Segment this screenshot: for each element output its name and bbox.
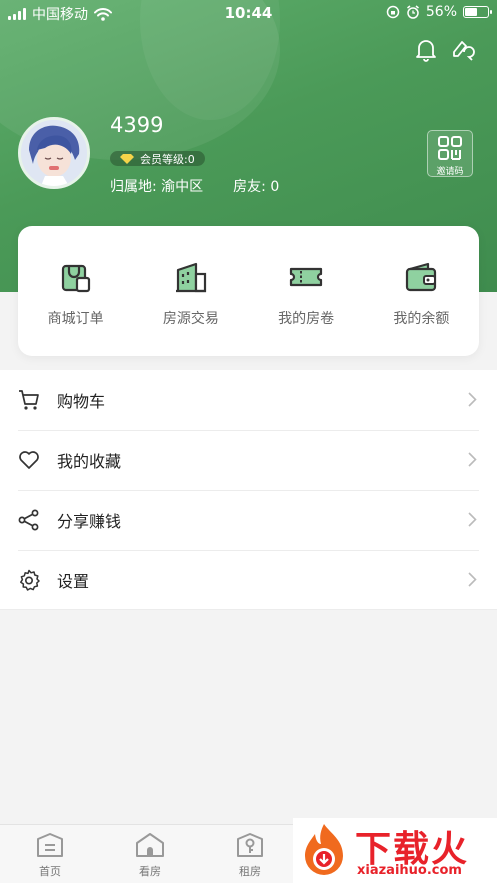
lock-rotation-icon <box>386 5 400 19</box>
quick-action-property-trade[interactable]: 房源交易 <box>133 226 248 356</box>
diamond-icon <box>120 153 134 164</box>
status-bar: 中国移动 10:44 56% <box>0 0 497 26</box>
home-icon <box>37 833 63 857</box>
divider <box>0 609 497 610</box>
edit-profile-icon[interactable] <box>451 38 475 62</box>
battery-percent: 56% <box>425 4 457 20</box>
menu-item-label: 设置 <box>57 572 90 591</box>
username: 4399 <box>110 113 164 137</box>
gear-icon <box>20 569 40 591</box>
tab-label: 租房 <box>239 865 261 878</box>
flame-logo-icon <box>305 824 343 875</box>
battery-fill <box>465 8 478 16</box>
shopping-bag-icon <box>61 264 90 293</box>
house-icon <box>136 833 164 857</box>
tab-home[interactable]: 首页 <box>0 825 100 883</box>
heart-icon <box>19 451 39 469</box>
ticket-icon <box>290 267 323 287</box>
invite-code-label: 邀请码 <box>436 167 464 177</box>
menu-item-label: 购物车 <box>57 392 106 411</box>
menu-item-label: 我的收藏 <box>57 452 122 471</box>
tab-view-house[interactable]: 看房 <box>100 825 200 883</box>
watermark: 下载火 xiazaihuo.com <box>293 818 497 883</box>
quick-action-label: 房源交易 <box>162 311 219 327</box>
quick-action-label: 商城订单 <box>47 311 104 327</box>
menu-item-favorites[interactable]: 我的收藏 <box>0 430 497 490</box>
chevron-right-icon <box>468 512 477 527</box>
tab-label: 看房 <box>139 865 161 878</box>
alarm-icon <box>406 5 419 19</box>
key-icon <box>237 833 263 857</box>
member-level-label: 会员等级:0 <box>140 152 195 166</box>
wallet-icon <box>406 262 437 292</box>
menu-item-settings[interactable]: 设置 <box>0 550 497 610</box>
qr-code-icon <box>438 136 462 160</box>
cart-icon <box>19 390 39 410</box>
quick-action-label: 我的房卷 <box>278 311 335 327</box>
menu-item-share-earn[interactable]: 分享赚钱 <box>0 490 497 550</box>
bell-icon[interactable] <box>415 38 437 62</box>
quick-actions-card: 商城订单 房源交易 我的房卷 我的余额 <box>18 226 479 356</box>
chevron-right-icon <box>468 572 477 587</box>
friends-count[interactable]: 房友: 0 <box>233 176 279 196</box>
quick-action-mall-orders[interactable]: 商城订单 <box>18 226 133 356</box>
menu-list: 购物车 我的收藏 分享赚钱 设置 <box>0 370 497 610</box>
share-icon <box>18 509 39 531</box>
avatar[interactable] <box>18 117 90 189</box>
invite-code-button[interactable]: 邀请码 <box>427 130 473 177</box>
avatar-image <box>21 120 87 186</box>
watermark-domain: xiazaihuo.com <box>357 863 462 878</box>
menu-item-label: 分享赚钱 <box>57 512 122 531</box>
tab-label: 首页 <box>39 865 61 878</box>
tab-rent[interactable]: 租房 <box>200 825 300 883</box>
battery-icon <box>463 6 492 18</box>
quick-action-label: 我的余额 <box>393 311 450 327</box>
location-label: 归属地: 渝中区 <box>110 179 204 195</box>
chevron-right-icon <box>468 392 477 407</box>
quick-action-my-vouchers[interactable]: 我的房卷 <box>249 226 364 356</box>
member-level-badge[interactable]: 会员等级:0 <box>110 151 205 166</box>
menu-item-cart[interactable]: 购物车 <box>0 370 497 430</box>
building-icon <box>175 262 206 293</box>
chevron-right-icon <box>468 452 477 467</box>
quick-action-my-balance[interactable]: 我的余额 <box>364 226 479 356</box>
